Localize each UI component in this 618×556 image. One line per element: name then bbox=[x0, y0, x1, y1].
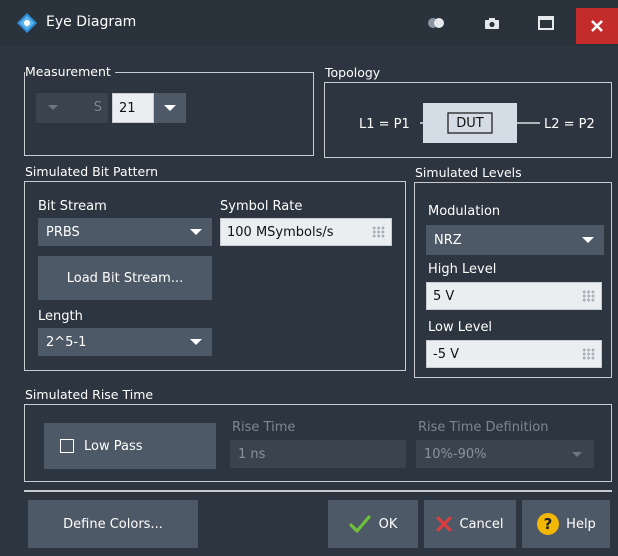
chevron-down-icon bbox=[582, 237, 594, 243]
maximize-icon[interactable] bbox=[532, 8, 560, 38]
symbol-rate-label: Symbol Rate bbox=[220, 199, 303, 214]
toggle-icon[interactable] bbox=[422, 8, 450, 38]
levels-label: Simulated Levels bbox=[415, 166, 526, 180]
camera-icon[interactable] bbox=[478, 8, 506, 38]
help-icon: ? bbox=[537, 513, 560, 535]
modulation-dropdown[interactable]: NRZ bbox=[426, 225, 604, 255]
bit-stream-value: PRBS bbox=[46, 224, 80, 240]
low-pass-label: Low Pass bbox=[84, 438, 143, 454]
define-colors-button[interactable]: Define Colors... bbox=[28, 500, 198, 548]
keypad-icon[interactable] bbox=[372, 226, 385, 238]
length-value: 2^5-1 bbox=[46, 334, 87, 350]
rise-time-label: Rise Time bbox=[232, 420, 296, 435]
ok-button[interactable]: OK bbox=[328, 500, 418, 548]
rise-time-field: 1 ns bbox=[230, 440, 406, 468]
chevron-down-icon bbox=[164, 105, 176, 111]
bit-pattern-label: Simulated Bit Pattern bbox=[25, 165, 163, 179]
cancel-label: Cancel bbox=[459, 516, 504, 532]
checkbox-box bbox=[60, 439, 74, 453]
checkmark-icon bbox=[349, 515, 371, 533]
window-title: Eye Diagram bbox=[46, 14, 137, 30]
low-level-value: -5 V bbox=[433, 346, 459, 362]
footer-divider bbox=[24, 490, 612, 492]
length-dropdown[interactable]: 2^5-1 bbox=[38, 328, 212, 356]
rise-time-definition-value: 10%-90% bbox=[424, 446, 487, 462]
measurement-label: Measurement bbox=[25, 65, 115, 79]
param-dropdown-button[interactable] bbox=[154, 93, 186, 123]
topology-right-port: L2 = P2 bbox=[544, 117, 595, 132]
symbol-rate-field[interactable]: 100 MSymbols/s bbox=[220, 218, 392, 246]
keypad-icon[interactable] bbox=[582, 290, 595, 302]
param-value-field[interactable]: 21 bbox=[112, 93, 154, 123]
dut-label: DUT bbox=[456, 116, 484, 131]
param-prefix: S bbox=[93, 100, 102, 115]
modulation-value: NRZ bbox=[434, 232, 462, 248]
topology-label: Topology bbox=[325, 66, 385, 80]
high-level-value: 5 V bbox=[433, 288, 455, 304]
close-icon bbox=[591, 20, 603, 32]
load-bit-stream-button[interactable]: Load Bit Stream... bbox=[38, 256, 212, 300]
app-logo-icon bbox=[16, 12, 38, 34]
x-icon bbox=[436, 516, 452, 532]
high-level-field[interactable]: 5 V bbox=[426, 282, 602, 310]
keypad-icon[interactable] bbox=[582, 348, 595, 360]
close-button[interactable] bbox=[576, 8, 618, 44]
rise-time-group-label: Simulated Rise Time bbox=[25, 388, 158, 402]
help-button[interactable]: ? Help bbox=[522, 500, 610, 548]
low-level-field[interactable]: -5 V bbox=[426, 340, 602, 368]
length-label: Length bbox=[38, 309, 83, 324]
rise-time-definition-label: Rise Time Definition bbox=[418, 420, 549, 435]
measurement-type-dropdown: S bbox=[36, 93, 108, 123]
bit-stream-dropdown[interactable]: PRBS bbox=[38, 218, 212, 246]
chevron-down-icon bbox=[48, 105, 58, 110]
symbol-rate-value: 100 MSymbols/s bbox=[227, 224, 334, 240]
high-level-label: High Level bbox=[428, 262, 497, 277]
chevron-down-icon bbox=[572, 452, 582, 457]
chevron-down-icon bbox=[190, 339, 202, 345]
low-pass-checkbox[interactable]: Low Pass bbox=[44, 423, 216, 469]
help-label: Help bbox=[566, 516, 596, 532]
modulation-label: Modulation bbox=[428, 204, 501, 219]
svg-text:?: ? bbox=[544, 515, 553, 533]
low-level-label: Low Level bbox=[428, 320, 493, 335]
bit-stream-label: Bit Stream bbox=[38, 199, 107, 214]
cancel-button[interactable]: Cancel bbox=[424, 500, 516, 548]
ok-label: OK bbox=[378, 516, 398, 532]
chevron-down-icon bbox=[190, 229, 202, 235]
topology-left-port: L1 = P1 bbox=[359, 117, 410, 132]
rise-time-definition-dropdown: 10%-90% bbox=[416, 440, 594, 468]
